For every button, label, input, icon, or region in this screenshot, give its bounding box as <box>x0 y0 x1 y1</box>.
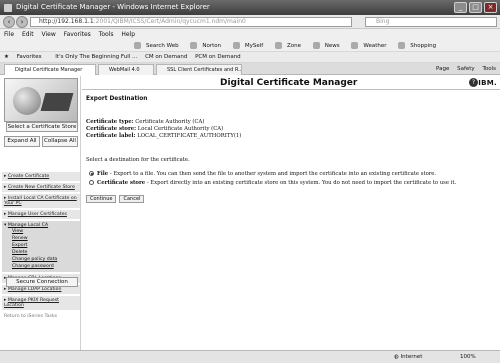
tab-strip: Digital Certificate Manager WebMail 4.0 … <box>0 63 500 75</box>
toolbar-news[interactable]: News <box>312 42 345 49</box>
secure-connection-button[interactable]: Secure Connection <box>6 277 78 287</box>
url-host: http://192.168.1.1 <box>39 18 94 25</box>
nav-renew[interactable]: Renew <box>12 235 78 242</box>
zoom-level[interactable]: 100% <box>460 351 476 363</box>
expand-all-button[interactable]: Expand All <box>4 136 40 147</box>
toolbar-norton[interactable]: Norton <box>190 42 226 49</box>
tab-digital-certificate-manager[interactable]: Digital Certificate Manager <box>4 64 96 75</box>
store-option-description: - Export directly into an existing certi… <box>145 180 457 186</box>
nav-create-new-certificate-store[interactable]: ▸ Create New Certificate Store <box>2 183 80 192</box>
option-store-row: Certificate store - Export directly into… <box>89 180 456 186</box>
nav-create-certificate[interactable]: ▸ Create Certificate <box>2 172 80 181</box>
cancel-button[interactable]: Cancel <box>119 195 145 203</box>
form-actions: Continue Cancel <box>86 195 145 203</box>
favorites-bar: ★ Favorites It's Only The Beginning Full… <box>0 52 500 63</box>
nav-manage-pkix-request-location[interactable]: ▸ Manage PKIX Request Location <box>2 296 80 310</box>
security-zone: ◍ Internet <box>394 354 423 360</box>
nav-change-policy-data[interactable]: Change policy data <box>12 256 78 263</box>
nav-view[interactable]: View <box>12 228 78 235</box>
url-field[interactable]: http://192.168.1.1:2001/QIBM/ICSS/Cert/A… <box>30 17 352 27</box>
nav-delete[interactable]: Delete <box>12 249 78 256</box>
continue-button[interactable]: Continue <box>86 195 117 203</box>
safety-menu[interactable]: Safety <box>457 66 475 72</box>
favorite-link-1[interactable]: It's Only The Beginning Full ... <box>55 54 137 60</box>
cert-label-row: Certificate label: LOCAL_CERTIFICATE_AUT… <box>86 133 242 139</box>
left-sidebar: Select a Certificate Store Expand All Co… <box>0 76 81 350</box>
back-button[interactable]: ‹ <box>3 16 15 28</box>
tab-webmail[interactable]: WebMail 4.0 <box>98 64 154 75</box>
nav-install-local-ca[interactable]: ▸ Install Local CA Certificate on Your P… <box>2 194 80 208</box>
nav-manage-user-certificates[interactable]: ▸ Manage User Certificates <box>2 210 80 219</box>
select-certificate-store-button[interactable]: Select a Certificate Store <box>6 122 78 132</box>
destination-prompt: Select a destination for the certificate… <box>86 157 190 163</box>
menu-tools[interactable]: Tools <box>99 31 114 38</box>
myself-icon <box>232 42 240 49</box>
menu-view[interactable]: View <box>42 31 56 38</box>
news-icon <box>312 42 320 49</box>
norton-icon <box>190 42 198 49</box>
file-radio[interactable] <box>89 171 94 176</box>
ibm-logo: IBM. <box>478 79 497 87</box>
menu-bar: File Edit View Favorites Tools Help <box>0 29 500 40</box>
window-title: Digital Certificate Manager - Windows In… <box>16 3 210 11</box>
favorite-link-2[interactable]: CM on Demand <box>145 54 187 60</box>
file-option-description: - Export to a file. You can then send th… <box>108 171 437 177</box>
certificate-info: Certificate type: Certificate Authority … <box>86 119 241 140</box>
menu-favorites[interactable]: Favorites <box>64 31 91 38</box>
window-titlebar: Digital Certificate Manager - Windows In… <box>0 0 500 15</box>
return-to-tasks-link[interactable]: Return to iSeries Tasks <box>2 312 80 321</box>
tab-ssl-client-certificates[interactable]: SSL Client Certificates and R... <box>156 64 242 75</box>
book-icon <box>40 93 74 111</box>
window-controls: _ □ × <box>454 2 497 13</box>
tools-menu[interactable]: Tools <box>482 66 496 72</box>
weather-icon <box>351 42 359 49</box>
command-bar: Page Safety Tools <box>430 63 496 75</box>
file-option-label: File <box>97 171 109 177</box>
collapse-all-button[interactable]: Collapse All <box>42 136 78 147</box>
toolbar-shopping[interactable]: Shopping <box>398 42 441 49</box>
cert-type-row: Certificate type: Certificate Authority … <box>86 119 205 125</box>
close-button[interactable]: × <box>484 2 497 13</box>
address-bar: ‹ › http://192.168.1.1:2001/QIBM/ICSS/Ce… <box>0 15 500 29</box>
dcm-header: Digital Certificate Manager ? IBM. <box>82 76 500 90</box>
forward-button[interactable]: › <box>16 16 28 28</box>
certificate-store-radio[interactable] <box>89 180 94 185</box>
search-icon <box>134 42 141 49</box>
menu-edit[interactable]: Edit <box>22 31 34 38</box>
minimize-button[interactable]: _ <box>454 2 467 13</box>
ie-app-icon <box>4 4 12 12</box>
toolbar-search-web[interactable]: Search Web <box>134 42 184 49</box>
store-option-label: Certificate store <box>97 180 146 186</box>
favorites-button[interactable]: ★ Favorites <box>4 54 48 60</box>
globe-icon <box>13 87 41 115</box>
maximize-button[interactable]: □ <box>469 2 482 13</box>
manage-local-ca-submenu: View Renew Export Delete Change policy d… <box>4 228 78 270</box>
star-icon: ★ <box>4 54 11 60</box>
page-header-title: Digital Certificate Manager <box>220 78 358 88</box>
menu-file[interactable]: File <box>4 31 14 38</box>
nav-change-password[interactable]: Change password <box>12 263 78 270</box>
option-file-row: File - Export to a file. You can then se… <box>89 171 436 177</box>
help-icon[interactable]: ? <box>469 78 478 87</box>
certificate-banner-image <box>4 78 78 122</box>
toolbar-zone[interactable]: Zone <box>274 42 306 49</box>
zone-icon <box>274 42 282 49</box>
status-bar: ◍ Internet 100% <box>0 350 500 363</box>
search-toolbar: Search Web Norton MySelf Zone News Weath… <box>0 40 500 52</box>
toolbar-weather[interactable]: Weather <box>351 42 391 49</box>
page-menu[interactable]: Page <box>436 66 449 72</box>
nav-export[interactable]: Export <box>12 242 78 249</box>
task-navigation: ▸ Create Certificate ▸ Create New Certif… <box>2 172 80 321</box>
toolbar-myself[interactable]: MySelf <box>232 42 268 49</box>
expand-collapse-group: Expand All Collapse All <box>4 136 78 147</box>
cert-store-row: Certificate store: Local Certificate Aut… <box>86 126 224 132</box>
search-input[interactable]: Bing <box>365 17 497 27</box>
page-title: Export Destination <box>86 96 148 102</box>
url-path: :2001/QIBM/ICSS/Cert/Admin/qycucm1.ndm/m… <box>93 18 246 25</box>
nav-manage-local-ca-group: ▾ Manage Local CA View Renew Export Dele… <box>2 221 80 272</box>
favorite-link-3[interactable]: PCM on Demand <box>195 54 241 60</box>
shopping-icon <box>398 42 406 49</box>
menu-help[interactable]: Help <box>121 31 135 38</box>
